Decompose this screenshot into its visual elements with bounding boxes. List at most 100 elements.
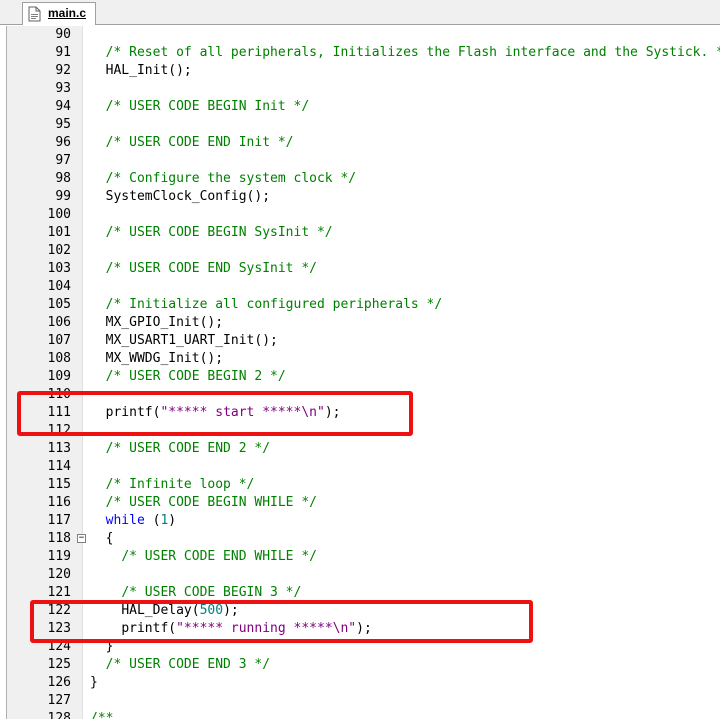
code-text: /* Initialize all configured peripherals… bbox=[90, 296, 443, 314]
tab-label: main.c bbox=[48, 6, 87, 20]
line-number: 103 bbox=[47, 261, 71, 276]
code-text: /* USER CODE END 3 */ bbox=[90, 656, 270, 674]
line-number: 116 bbox=[47, 495, 71, 510]
code-line[interactable]: 117 while (1) bbox=[0, 512, 720, 530]
line-number: 108 bbox=[47, 351, 71, 366]
line-number: 94 bbox=[55, 99, 71, 114]
line-number: 119 bbox=[47, 549, 71, 564]
code-text: HAL_Init(); bbox=[90, 62, 192, 80]
code-line[interactable]: 97 bbox=[0, 152, 720, 170]
code-line[interactable]: 92 HAL_Init(); bbox=[0, 62, 720, 80]
fold-collapse-icon[interactable]: − bbox=[77, 534, 86, 543]
code-line[interactable]: 102 bbox=[0, 242, 720, 260]
code-line[interactable]: 100 bbox=[0, 206, 720, 224]
code-line[interactable]: 115 /* Infinite loop */ bbox=[0, 476, 720, 494]
code-line[interactable]: 128 /** bbox=[0, 710, 720, 719]
code-token-plain: HAL_Init(); bbox=[105, 63, 192, 78]
code-line[interactable]: 94 /* USER CODE BEGIN Init */ bbox=[0, 98, 720, 116]
code-line[interactable]: 105 /* Initialize all configured periphe… bbox=[0, 296, 720, 314]
code-text: } bbox=[90, 674, 98, 692]
code-token-comment: /* USER CODE END 2 */ bbox=[105, 441, 271, 456]
code-token-keyword: while bbox=[105, 513, 145, 528]
line-number: 128 bbox=[47, 711, 71, 719]
code-line[interactable]: 93 bbox=[0, 80, 720, 98]
code-line[interactable]: 104 bbox=[0, 278, 720, 296]
code-text: MX_GPIO_Init(); bbox=[90, 314, 223, 332]
line-number: 109 bbox=[47, 369, 71, 384]
code-token-comment: /* USER CODE END Init */ bbox=[105, 135, 294, 150]
code-text: /* USER CODE BEGIN SysInit */ bbox=[90, 224, 333, 242]
code-token-plain: ( bbox=[144, 513, 161, 528]
code-token-plain: MX_GPIO_Init(); bbox=[105, 315, 224, 330]
tab-bar: main.c bbox=[0, 0, 720, 25]
code-token-comment: /* Infinite loop */ bbox=[105, 477, 255, 492]
code-line[interactable]: 120 bbox=[0, 566, 720, 584]
code-line[interactable]: 118− { bbox=[0, 530, 720, 548]
line-number: 92 bbox=[55, 63, 71, 78]
code-line[interactable]: 125 /* USER CODE END 3 */ bbox=[0, 656, 720, 674]
code-line[interactable]: 116 /* USER CODE BEGIN WHILE */ bbox=[0, 494, 720, 512]
code-line[interactable]: 98 /* Configure the system clock */ bbox=[0, 170, 720, 188]
code-token-comment: /* USER CODE END 3 */ bbox=[105, 657, 271, 672]
code-line[interactable]: 126} bbox=[0, 674, 720, 692]
code-text: /* USER CODE END WHILE */ bbox=[90, 548, 317, 566]
code-text: MX_USART1_UART_Init(); bbox=[90, 332, 278, 350]
highlight-box-loop-body bbox=[30, 600, 533, 643]
code-text: /* USER CODE END Init */ bbox=[90, 134, 294, 152]
code-token-comment: /* USER CODE BEGIN 2 */ bbox=[105, 369, 286, 384]
code-text: { bbox=[90, 530, 114, 548]
code-line[interactable]: 103 /* USER CODE END SysInit */ bbox=[0, 260, 720, 278]
code-token-plain: MX_USART1_UART_Init(); bbox=[105, 333, 278, 348]
line-number: 90 bbox=[55, 27, 71, 42]
code-text: MX_WWDG_Init(); bbox=[90, 350, 223, 368]
code-text: /** bbox=[90, 710, 113, 719]
code-token-plain: ) bbox=[168, 513, 177, 528]
line-number: 106 bbox=[47, 315, 71, 330]
code-line[interactable]: 96 /* USER CODE END Init */ bbox=[0, 134, 720, 152]
line-number: 100 bbox=[47, 207, 71, 222]
code-line[interactable]: 106 MX_GPIO_Init(); bbox=[0, 314, 720, 332]
code-text: SystemClock_Config(); bbox=[90, 188, 270, 206]
line-number: 127 bbox=[47, 693, 71, 708]
code-token-comment: /* Reset of all peripherals, Initializes… bbox=[105, 45, 720, 60]
code-line[interactable]: 113 /* USER CODE END 2 */ bbox=[0, 440, 720, 458]
tab-main-c[interactable]: main.c bbox=[22, 2, 96, 25]
code-line[interactable]: 99 SystemClock_Config(); bbox=[0, 188, 720, 206]
code-token-comment: /* Initialize all configured peripherals… bbox=[105, 297, 443, 312]
line-number: 101 bbox=[47, 225, 71, 240]
line-number: 118 bbox=[47, 531, 71, 546]
code-line[interactable]: 95 bbox=[0, 116, 720, 134]
code-line[interactable]: 107 MX_USART1_UART_Init(); bbox=[0, 332, 720, 350]
code-line[interactable]: 101 /* USER CODE BEGIN SysInit */ bbox=[0, 224, 720, 242]
code-line[interactable]: 109 /* USER CODE BEGIN 2 */ bbox=[0, 368, 720, 386]
line-number: 126 bbox=[47, 675, 71, 690]
code-text: /* Infinite loop */ bbox=[90, 476, 255, 494]
code-token-comment: /* USER CODE BEGIN 3 */ bbox=[121, 585, 302, 600]
code-line[interactable]: 119 /* USER CODE END WHILE */ bbox=[0, 548, 720, 566]
code-line[interactable]: 91 /* Reset of all peripherals, Initiali… bbox=[0, 44, 720, 62]
code-line[interactable]: 108 MX_WWDG_Init(); bbox=[0, 350, 720, 368]
code-line[interactable]: 127 bbox=[0, 692, 720, 710]
line-number: 99 bbox=[55, 189, 71, 204]
code-line[interactable]: 90 bbox=[0, 26, 720, 44]
line-number: 102 bbox=[47, 243, 71, 258]
code-token-comment: /* USER CODE END SysInit */ bbox=[105, 261, 317, 276]
code-line[interactable]: 114 bbox=[0, 458, 720, 476]
code-token-comment: /** bbox=[90, 711, 114, 719]
line-number: 120 bbox=[47, 567, 71, 582]
